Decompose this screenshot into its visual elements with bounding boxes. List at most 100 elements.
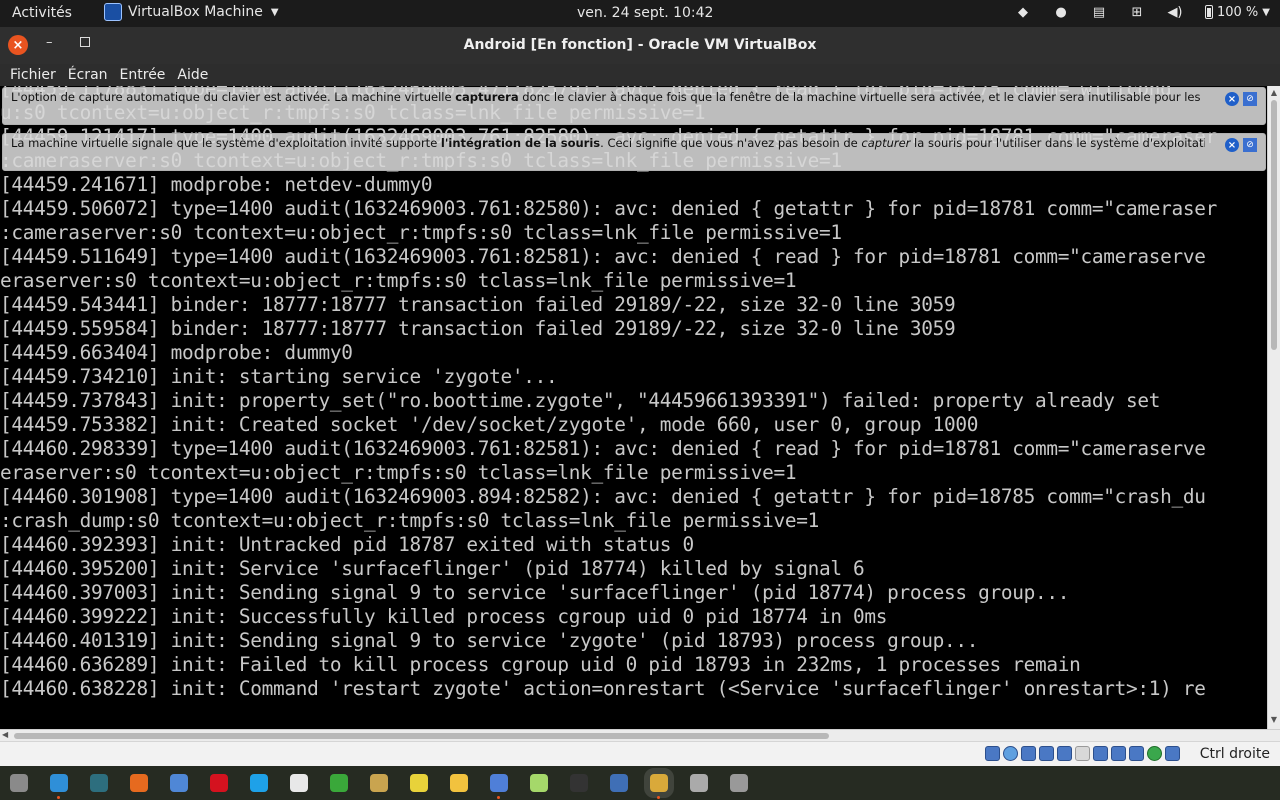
keepass-tray-icon[interactable]: ● bbox=[1053, 4, 1069, 20]
dock-notes-icon[interactable] bbox=[410, 774, 428, 792]
video-capture-icon[interactable] bbox=[1111, 746, 1126, 761]
horizontal-scrollbar[interactable]: ◀ bbox=[0, 729, 1280, 741]
dock-opera-icon[interactable] bbox=[210, 774, 228, 792]
window-title: Android [En fonction] - Oracle VM Virtua… bbox=[463, 37, 817, 53]
optical-drive-icon[interactable] bbox=[1003, 746, 1018, 761]
shared-folders-icon[interactable] bbox=[1075, 746, 1090, 761]
status-icons bbox=[985, 746, 1180, 761]
notice-text: La machine virtuelle signale que le syst… bbox=[11, 136, 1205, 150]
usb-icon[interactable] bbox=[1057, 746, 1072, 761]
dock bbox=[0, 766, 1280, 800]
console-line: :crash_dump:s0 tcontext=u:object_r:tmpfs… bbox=[0, 509, 819, 532]
dock-chromium-icon[interactable] bbox=[170, 774, 188, 792]
window-titlebar: × – Android [En fonction] - Oracle VM Vi… bbox=[0, 27, 1280, 64]
mouse-integration-icon[interactable] bbox=[1147, 746, 1162, 761]
dock-disks-icon[interactable] bbox=[690, 774, 708, 792]
dock-virt-manager-icon[interactable] bbox=[610, 774, 628, 792]
dock-gimp-icon[interactable] bbox=[370, 774, 388, 792]
notice-text-bold: l'intégration de la souris bbox=[440, 136, 601, 150]
notice-text-post: la souris pour l'utiliser dans le systèm… bbox=[910, 136, 1205, 150]
scroll-down-arrow-icon[interactable]: ▼ bbox=[1268, 715, 1280, 727]
console-line: [44460.636289] init: Failed to kill proc… bbox=[0, 653, 1081, 676]
dont-show-again-button[interactable]: ⊘ bbox=[1243, 92, 1257, 106]
vm-status-bar: Ctrl droite bbox=[0, 741, 1280, 766]
activities-button[interactable]: Activités bbox=[12, 5, 72, 21]
notice-text-pre: L'option de capture automatique du clavi… bbox=[11, 90, 456, 104]
running-indicator bbox=[57, 796, 60, 799]
running-indicator bbox=[657, 796, 660, 799]
menu-bar: Fichier Écran Entrée Aide bbox=[0, 64, 1280, 86]
notice-text-post: donc le clavier à chaque fois que la fen… bbox=[518, 90, 1201, 104]
notice-text-italic: capturer bbox=[861, 136, 911, 150]
menu-fichier[interactable]: Fichier bbox=[10, 64, 62, 86]
battery-indicator[interactable]: 100 % ▼ bbox=[1204, 4, 1270, 20]
console-line: [44459.543441] binder: 18777:18777 trans… bbox=[0, 293, 956, 316]
app-menu[interactable]: VirtualBox Machine ▼ bbox=[104, 3, 279, 21]
dock-calculator-icon[interactable] bbox=[490, 774, 508, 799]
audio-icon[interactable] bbox=[1021, 746, 1036, 761]
app-menu-label: VirtualBox Machine bbox=[128, 4, 263, 20]
menu-aide[interactable]: Aide bbox=[177, 64, 214, 86]
clipboard-icon[interactable]: ▤ bbox=[1091, 4, 1107, 20]
dock-vscode-icon[interactable] bbox=[50, 774, 68, 799]
console-line: [44459.559584] binder: 18777:18777 trans… bbox=[0, 317, 956, 340]
battery-label: 100 % bbox=[1216, 4, 1259, 20]
dock-keepassxc-icon[interactable] bbox=[90, 774, 108, 792]
console-line: eraserver:s0 tcontext=u:object_r:tmpfs:s… bbox=[0, 269, 797, 292]
vertical-scroll-thumb[interactable] bbox=[1271, 100, 1277, 350]
hard-disk-icon[interactable] bbox=[985, 746, 1000, 761]
dock-firefox-icon[interactable] bbox=[130, 774, 148, 792]
console-line: [44459.663404] modprobe: dummy0 bbox=[0, 341, 353, 364]
guest-console[interactable]: [44459.117883] type=1400 audit(163246900… bbox=[0, 86, 1267, 729]
battery-icon bbox=[1204, 5, 1213, 19]
console-line: [44459.734210] init: starting service 'z… bbox=[0, 365, 558, 388]
console-line: :cameraserver:s0 tcontext=u:object_r:tmp… bbox=[0, 221, 842, 244]
dock-yed-icon[interactable] bbox=[330, 774, 348, 792]
dock-terminal-icon[interactable] bbox=[570, 774, 588, 792]
console-output: [44459.117883] type=1400 audit(163246900… bbox=[0, 86, 1217, 701]
console-line: [44460.301908] type=1400 audit(163246900… bbox=[0, 485, 1206, 508]
display-icon[interactable] bbox=[1093, 746, 1108, 761]
console-line: [44460.401319] init: Sending signal 9 to… bbox=[0, 629, 979, 652]
volume-icon[interactable]: ◀) bbox=[1167, 4, 1183, 20]
menu-entree[interactable]: Entrée bbox=[120, 64, 172, 86]
virtualization-icon[interactable] bbox=[1129, 746, 1144, 761]
console-line: eraserver:s0 tcontext=u:object_r:tmpfs:s… bbox=[0, 461, 797, 484]
scroll-left-arrow-icon[interactable]: ◀ bbox=[2, 730, 8, 739]
dock-files-icon[interactable] bbox=[10, 774, 28, 792]
clock[interactable]: ven. 24 sept. 10:42 bbox=[577, 5, 713, 21]
dock-installer-icon[interactable] bbox=[730, 774, 748, 792]
keyboard-capture-notice: L'option de capture automatique du clavi… bbox=[2, 87, 1266, 125]
menu-ecran[interactable]: Écran bbox=[68, 64, 114, 86]
keyboard-capture-icon[interactable] bbox=[1165, 746, 1180, 761]
horizontal-scroll-thumb[interactable] bbox=[14, 733, 829, 739]
scroll-up-arrow-icon[interactable]: ▲ bbox=[1268, 88, 1280, 100]
mouse-integration-notice: La machine virtuelle signale que le syst… bbox=[2, 133, 1266, 171]
close-notice-button[interactable]: × bbox=[1225, 92, 1239, 106]
network-icon[interactable]: ⊞ bbox=[1129, 4, 1145, 20]
dock-skype-icon[interactable] bbox=[250, 774, 268, 792]
console-line: [44460.298339] type=1400 audit(163246900… bbox=[0, 437, 1206, 460]
dont-show-again-button[interactable]: ⊘ bbox=[1243, 138, 1257, 152]
dock-archive-icon[interactable] bbox=[450, 774, 468, 792]
notice-text-pre: La machine virtuelle signale que le syst… bbox=[11, 136, 441, 150]
console-line: [44459.737843] init: property_set("ro.bo… bbox=[0, 389, 1161, 412]
dock-android-studio-icon[interactable] bbox=[530, 774, 548, 792]
console-line: [44460.395200] init: Service 'surfacefli… bbox=[0, 557, 865, 580]
dock-virtualbox-icon[interactable] bbox=[644, 768, 674, 799]
dropbox-icon[interactable]: ◆ bbox=[1015, 4, 1031, 20]
dock-slack-icon[interactable] bbox=[290, 774, 308, 792]
console-line: [44460.399222] init: Successfully killed… bbox=[0, 605, 888, 628]
vertical-scrollbar[interactable]: ▲ ▼ bbox=[1267, 86, 1280, 729]
console-line: [44459.506072] type=1400 audit(163246900… bbox=[0, 197, 1218, 220]
console-line: [44459.241671] modprobe: netdev-dummy0 bbox=[0, 173, 433, 196]
running-indicator bbox=[497, 796, 500, 799]
console-line: [44460.392393] init: Untracked pid 18787… bbox=[0, 533, 694, 556]
console-line: [44459.511649] type=1400 audit(163246900… bbox=[0, 245, 1206, 268]
close-notice-button[interactable]: × bbox=[1225, 138, 1239, 152]
console-line: [44460.638228] init: Command 'restart zy… bbox=[0, 677, 1206, 700]
notice-text-bold: capturera bbox=[455, 90, 519, 104]
network-adapter-icon[interactable] bbox=[1039, 746, 1054, 761]
chevron-down-icon: ▼ bbox=[1262, 6, 1270, 18]
system-tray[interactable]: ◆ ● ▤ ⊞ ◀) 100 % ▼ bbox=[1015, 4, 1270, 20]
